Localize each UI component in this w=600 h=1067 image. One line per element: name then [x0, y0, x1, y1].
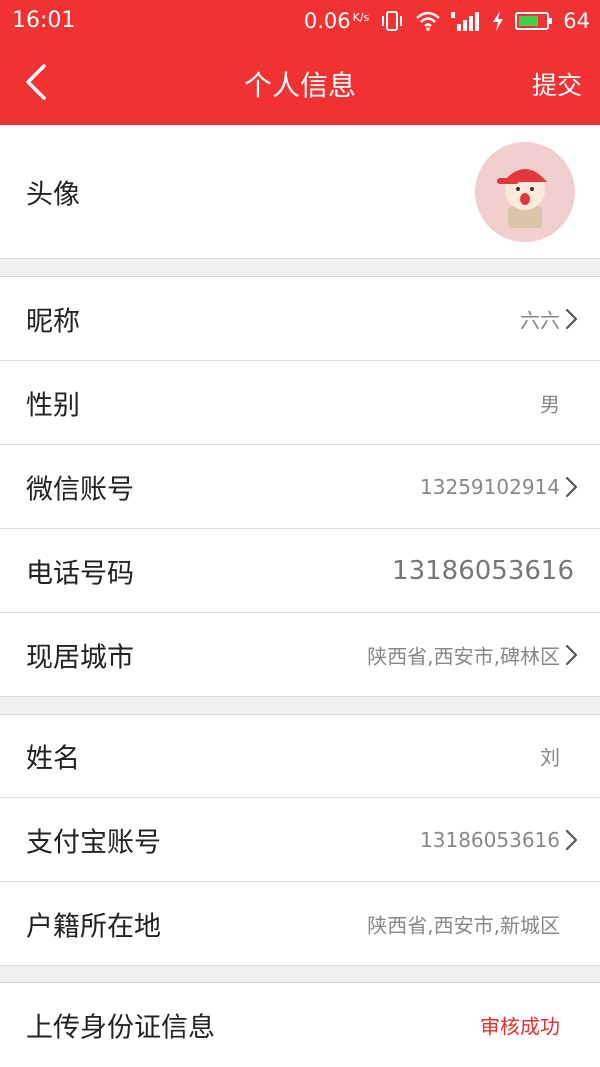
chevron-right-icon	[564, 644, 578, 666]
wechat-label: 微信账号	[26, 474, 134, 505]
header-bar: 16:01 0.06 K/s 64 个人信息 提交	[0, 0, 600, 125]
nav-bar: 个人信息 提交	[0, 42, 600, 125]
battery-level: 64	[563, 9, 590, 33]
chevron-left-icon	[25, 64, 47, 104]
list-item-nickname[interactable]: 昵称 六六	[0, 276, 600, 361]
battery-icon	[515, 10, 553, 32]
alipay-value: 13186053616	[420, 827, 560, 852]
status-time: 16:01	[12, 8, 76, 33]
name-value: 刘	[540, 745, 560, 770]
avatar-label: 头像	[26, 179, 80, 210]
list-item-wechat[interactable]: 微信账号 13259102914	[0, 445, 600, 529]
back-button[interactable]	[18, 62, 54, 106]
avatar-row[interactable]: 头像	[0, 125, 600, 259]
cartoon-avatar-icon	[475, 142, 575, 242]
hometown-value: 陕西省,西安市,新城区	[367, 913, 560, 937]
chevron-right-icon	[564, 476, 578, 498]
phone-label: 电话号码	[26, 558, 134, 589]
list-item-id-upload[interactable]: 上传身份证信息 审核成功	[0, 982, 600, 1067]
network-speed-value: 0.06	[303, 9, 351, 33]
hometown-label: 户籍所在地	[26, 911, 161, 942]
verification-status: 审核成功	[480, 1014, 560, 1039]
list-item-current-city[interactable]: 现居城市 陕西省,西安市,碑林区	[0, 613, 600, 697]
alipay-label: 支付宝账号	[26, 827, 161, 858]
page-title: 个人信息	[243, 69, 356, 102]
list-item-alipay[interactable]: 支付宝账号 13186053616	[0, 798, 600, 882]
screen: 16:01 0.06 K/s 64 个人信息 提交 头像 昵称 六六 性别 男 …	[0, 0, 600, 1067]
id-upload-label: 上传身份证信息	[26, 1012, 215, 1044]
nickname-label: 昵称	[26, 306, 80, 337]
cellular-signal-icon	[451, 10, 481, 32]
status-bar: 16:01 0.06 K/s 64	[0, 0, 600, 42]
current-city-value: 陕西省,西安市,碑林区	[367, 644, 560, 668]
submit-button[interactable]: 提交	[532, 66, 582, 102]
name-label: 姓名	[26, 743, 80, 775]
gender-label: 性别	[26, 390, 80, 421]
gender-value: 男	[540, 392, 560, 416]
list-item-hometown[interactable]: 户籍所在地 陕西省,西安市,新城区	[0, 882, 600, 966]
wechat-value: 13259102914	[420, 474, 560, 499]
status-icons: 0.06 K/s 64	[304, 8, 590, 34]
charging-icon	[491, 10, 505, 32]
chevron-right-icon	[564, 829, 578, 851]
avatar[interactable]	[475, 142, 575, 242]
list-item-name[interactable]: 姓名 刘	[0, 714, 600, 798]
list-item-gender[interactable]: 性别 男	[0, 361, 600, 445]
list-item-phone: 电话号码 13186053616	[0, 529, 600, 613]
current-city-label: 现居城市	[26, 642, 134, 673]
phone-value: 13186053616	[392, 555, 574, 586]
network-speed-unit: K/s	[352, 11, 370, 24]
network-speed: 0.06 K/s	[304, 9, 369, 33]
chevron-right-icon	[564, 308, 578, 330]
wifi-icon	[415, 10, 441, 32]
nickname-value: 六六	[520, 308, 560, 332]
vibrate-icon	[379, 10, 405, 32]
